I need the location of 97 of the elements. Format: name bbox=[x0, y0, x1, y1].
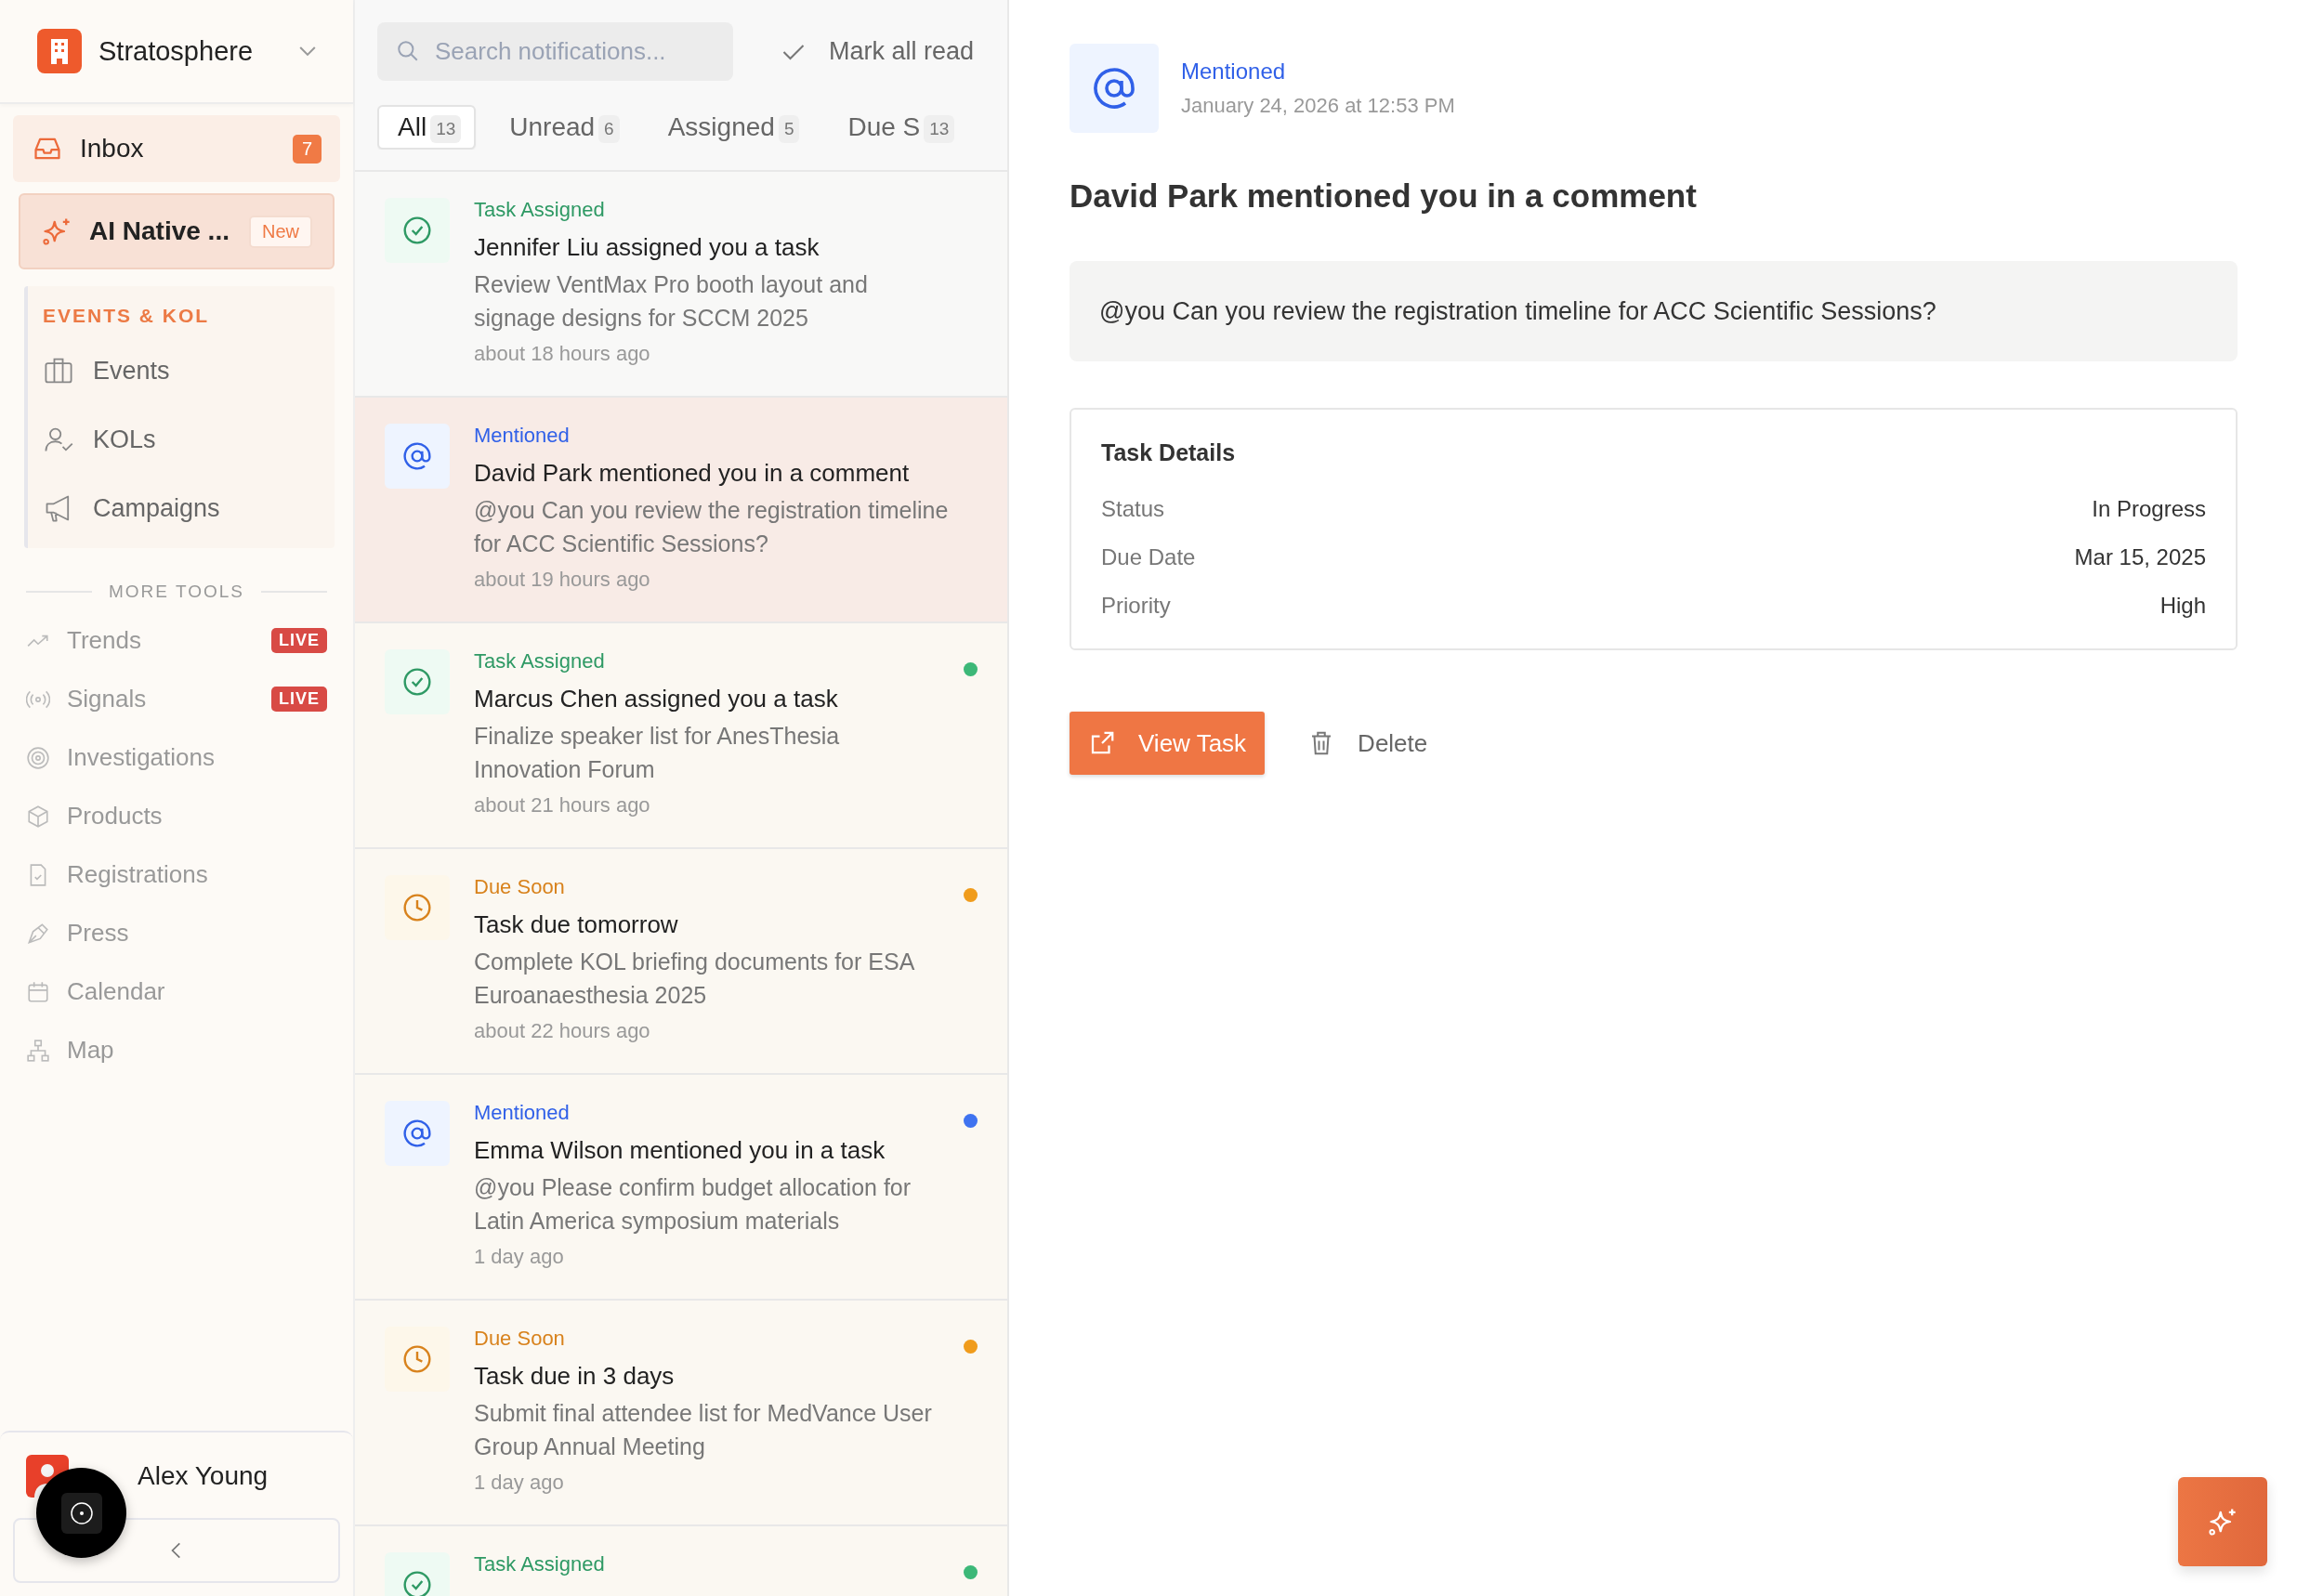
nav-label: Investigations bbox=[67, 743, 216, 772]
detail-label: Priority bbox=[1101, 593, 1171, 619]
nav-label: Calendar bbox=[67, 977, 166, 1006]
workspace-name: Stratosphere bbox=[98, 35, 255, 67]
live-badge: LIVE bbox=[271, 687, 327, 712]
nav-label: Products bbox=[67, 802, 164, 831]
notification-title: David Park mentioned you in a comment bbox=[1070, 177, 1698, 215]
nav-label: Press bbox=[67, 919, 130, 948]
notification-body: Review VentMax Pro booth layout and signage designs for SCCM 2025 bbox=[474, 270, 869, 333]
nav-item[interactable]: KOLs bbox=[43, 405, 323, 474]
delete-button[interactable]: Delete bbox=[1289, 712, 1447, 775]
nav-item[interactable]: Press bbox=[0, 904, 353, 962]
sitemap-icon bbox=[26, 1038, 50, 1063]
view-task-button[interactable]: View Task bbox=[1070, 712, 1266, 775]
notification-title: Marcus Chen assigned you a task bbox=[474, 685, 839, 713]
notification-body: Submit final attendee list for MedVance User Group Annual Meeting bbox=[474, 1399, 933, 1461]
nav-item[interactable]: Campaigns bbox=[43, 474, 323, 543]
nav-item[interactable]: Products bbox=[0, 787, 353, 845]
mark-all-read-button[interactable]: Mark all read bbox=[780, 37, 985, 66]
notification-body: @you Please confirm budget allocation for Latin America symposium materials bbox=[474, 1173, 912, 1236]
search-field[interactable]: Search notifications... bbox=[377, 22, 733, 81]
filter-tab[interactable]: All 13 bbox=[377, 105, 477, 150]
notification-time: 1 day ago bbox=[474, 1471, 565, 1495]
nav-label: Inbox bbox=[80, 134, 145, 164]
notification-type: Due Soon bbox=[474, 875, 566, 899]
notification-title: Task due tomorrow bbox=[474, 910, 679, 939]
filter-tab[interactable]: Due S 13 bbox=[827, 105, 970, 150]
building-logo-icon bbox=[37, 29, 82, 73]
nav-label: KOLs bbox=[93, 425, 156, 454]
search-icon bbox=[396, 39, 420, 63]
nav-label: Map bbox=[67, 1036, 115, 1065]
cube-icon bbox=[26, 804, 50, 829]
nav-item[interactable]: Registrations bbox=[0, 845, 353, 904]
nav-item[interactable]: Signals LIVE bbox=[0, 670, 353, 728]
nav-item[interactable]: Trends LIVE bbox=[0, 611, 353, 670]
card-title: Task Details bbox=[1101, 439, 1237, 466]
nav-badge: 7 bbox=[292, 134, 322, 164]
nav-label: Campaigns bbox=[93, 493, 220, 523]
notification-type: Task Assigned bbox=[474, 1552, 605, 1576]
detail-value: High bbox=[2159, 593, 2206, 619]
workspace-switcher[interactable]: Stratosphere bbox=[0, 0, 353, 104]
at-sign-icon bbox=[402, 441, 432, 471]
sparkle-icon bbox=[2207, 1506, 2238, 1537]
detail-value: Mar 15, 2025 bbox=[2074, 544, 2206, 570]
nav-item[interactable]: Calendar bbox=[0, 962, 353, 1021]
nav-badge: New bbox=[249, 215, 312, 248]
section-title: EVENTS & KOL bbox=[43, 305, 211, 327]
message-box: @you Can you review the registration timeline for ACC Scientific Sessions? bbox=[1070, 261, 2238, 361]
user-name: Alex Young bbox=[138, 1461, 269, 1491]
nav-item[interactable]: Events bbox=[43, 336, 323, 405]
notification-type: Task Assigned bbox=[474, 198, 606, 222]
notification-time: about 18 hours ago bbox=[474, 342, 651, 366]
detail-label: Status bbox=[1101, 496, 1165, 522]
nav-label: Trends bbox=[67, 626, 142, 655]
nav-label: AI Native ... bbox=[89, 216, 230, 246]
notification-time: 1 day ago bbox=[474, 1245, 565, 1269]
filter-tab[interactable]: Assigned 5 bbox=[647, 105, 815, 150]
notification-body: Complete KOL briefing documents for ESA Euroanaesthesia 2025 bbox=[474, 948, 915, 1010]
notification-time: about 21 hours ago bbox=[474, 793, 651, 818]
detail-label: Due Date bbox=[1101, 544, 1196, 570]
notification-body: @you Can you review the registration timeline for ACC Scientific Sessions? bbox=[474, 496, 950, 558]
live-badge: LIVE bbox=[271, 628, 327, 653]
clock-icon bbox=[402, 1344, 432, 1374]
notification-title: Jennifer Liu assigned you a task bbox=[474, 233, 820, 262]
notification-item[interactable]: Mentioned David Park mentioned you in a comment @you Can you review the registration timeline for ACC Scientific Sessions? about 19 hours ago bbox=[355, 398, 1007, 623]
section-title: MORE TOOLS bbox=[109, 582, 244, 602]
pen-icon bbox=[26, 921, 50, 946]
nav-item[interactable]: Map bbox=[0, 1021, 353, 1079]
notification-type: Mentioned bbox=[474, 1101, 571, 1125]
notification-title: David Park mentioned you in a comment bbox=[474, 459, 911, 488]
notification-type: Task Assigned bbox=[474, 649, 606, 674]
at-sign-icon bbox=[402, 1119, 432, 1148]
calendar-icon bbox=[26, 979, 50, 1004]
notification-time: about 22 hours ago bbox=[474, 1019, 651, 1043]
nav-label: Signals bbox=[67, 685, 148, 713]
nav-item[interactable]: Inbox 7 bbox=[13, 115, 340, 182]
notification-time: about 19 hours ago bbox=[474, 568, 651, 592]
notification-type: Due Soon bbox=[474, 1327, 566, 1351]
nav-label: Events bbox=[93, 356, 170, 386]
target-icon bbox=[26, 745, 50, 770]
notification-type: Mentioned bbox=[1181, 59, 1287, 85]
nav-item[interactable]: Investigations bbox=[0, 728, 353, 787]
notification-date: January 24, 2026 at 12:53 PM bbox=[1181, 94, 1455, 118]
notification-type: Mentioned bbox=[474, 424, 571, 448]
detail-value: In Progress bbox=[2092, 496, 2206, 522]
notification-item[interactable]: Task Assigned Jennifer Liu assigned you a task Review VentMax Pro booth layout and signage designs for SCCM 2025 about 18 hours ago bbox=[355, 172, 1007, 398]
clock-icon bbox=[402, 893, 432, 922]
nav-label: Registrations bbox=[67, 860, 209, 889]
notification-title: Task due in 3 days bbox=[474, 1362, 676, 1391]
sparkle-icon bbox=[41, 216, 72, 247]
notification-body: Finalize speaker list for AnesThesia Innovation Forum bbox=[474, 722, 841, 784]
check-circle-icon bbox=[402, 216, 432, 245]
filter-tab[interactable]: Unread 6 bbox=[489, 105, 635, 150]
at-sign-icon bbox=[1092, 66, 1136, 111]
check-circle-icon bbox=[402, 667, 432, 697]
nav-item[interactable]: AI Native ... New bbox=[19, 193, 335, 269]
notification-title: Emma Wilson mentioned you in a task bbox=[474, 1136, 886, 1165]
